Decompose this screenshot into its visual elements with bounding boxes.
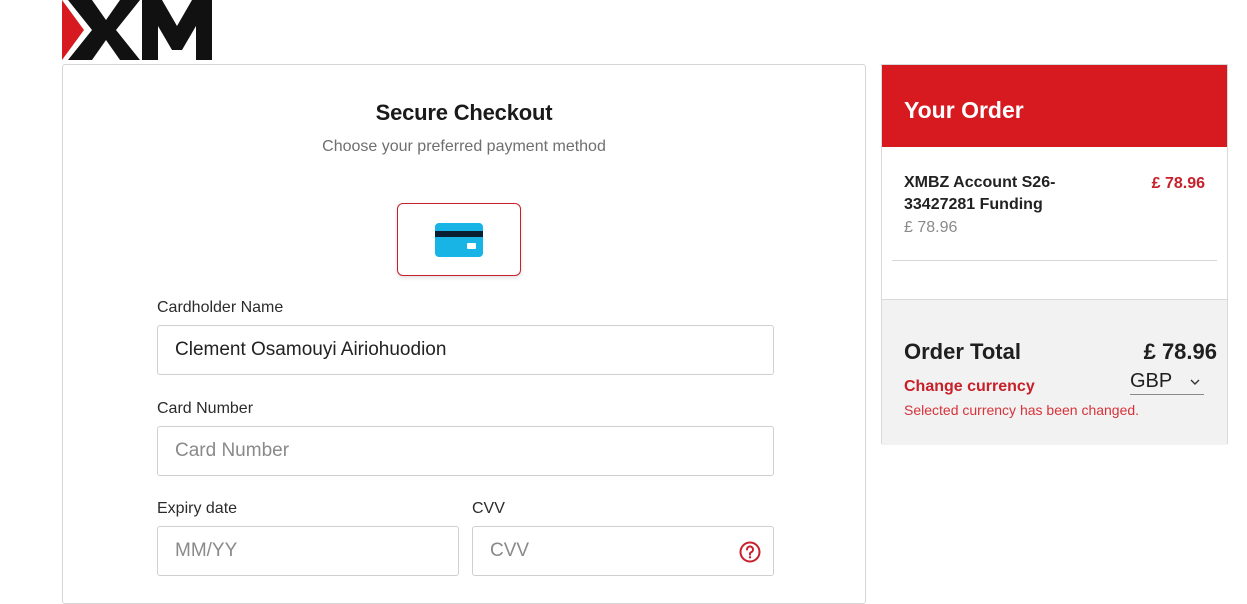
order-total-section: Order Total £ 78.96 Change currency GBP … <box>882 299 1227 445</box>
xm-logo <box>62 0 212 60</box>
order-item-name: XMBZ Account S26-33427281 Funding <box>904 174 1056 213</box>
cvv-input[interactable] <box>472 526 774 576</box>
currency-value: GBP <box>1130 370 1173 392</box>
order-item-subprice: £ 78.96 <box>904 219 958 236</box>
cvv-label: CVV <box>472 500 505 517</box>
order-header: Your Order <box>882 65 1227 147</box>
chevron-down-icon <box>1190 379 1200 385</box>
checkout-panel: Secure Checkout Choose your preferred pa… <box>62 64 866 604</box>
credit-card-icon <box>435 222 483 257</box>
card-number-label: Card Number <box>157 400 254 417</box>
order-title: Your Order <box>904 97 1024 123</box>
expiry-date-input[interactable] <box>157 526 459 576</box>
expiry-date-label: Expiry date <box>157 500 238 517</box>
question-circle-icon[interactable] <box>739 541 761 563</box>
divider <box>892 260 1217 261</box>
order-total-label: Order Total <box>904 339 1021 364</box>
payment-method-card-option[interactable] <box>397 203 521 276</box>
page-subtitle: Choose your preferred payment method <box>322 138 606 155</box>
card-number-input[interactable] <box>157 426 774 476</box>
cardholder-name-input[interactable] <box>157 325 774 375</box>
page-title: Secure Checkout <box>375 100 553 125</box>
cardholder-name-label: Cardholder Name <box>157 299 284 316</box>
currency-select[interactable]: GBP <box>1130 370 1204 395</box>
order-total-amount: £ 78.96 <box>1143 339 1217 364</box>
order-summary-panel: Your Order XMBZ Account S26-33427281 Fun… <box>881 64 1228 445</box>
order-item-price: £ 78.96 <box>1151 175 1205 192</box>
currency-changed-message: Selected currency has been changed. <box>904 402 1140 418</box>
change-currency-link[interactable]: Change currency <box>904 378 1035 396</box>
